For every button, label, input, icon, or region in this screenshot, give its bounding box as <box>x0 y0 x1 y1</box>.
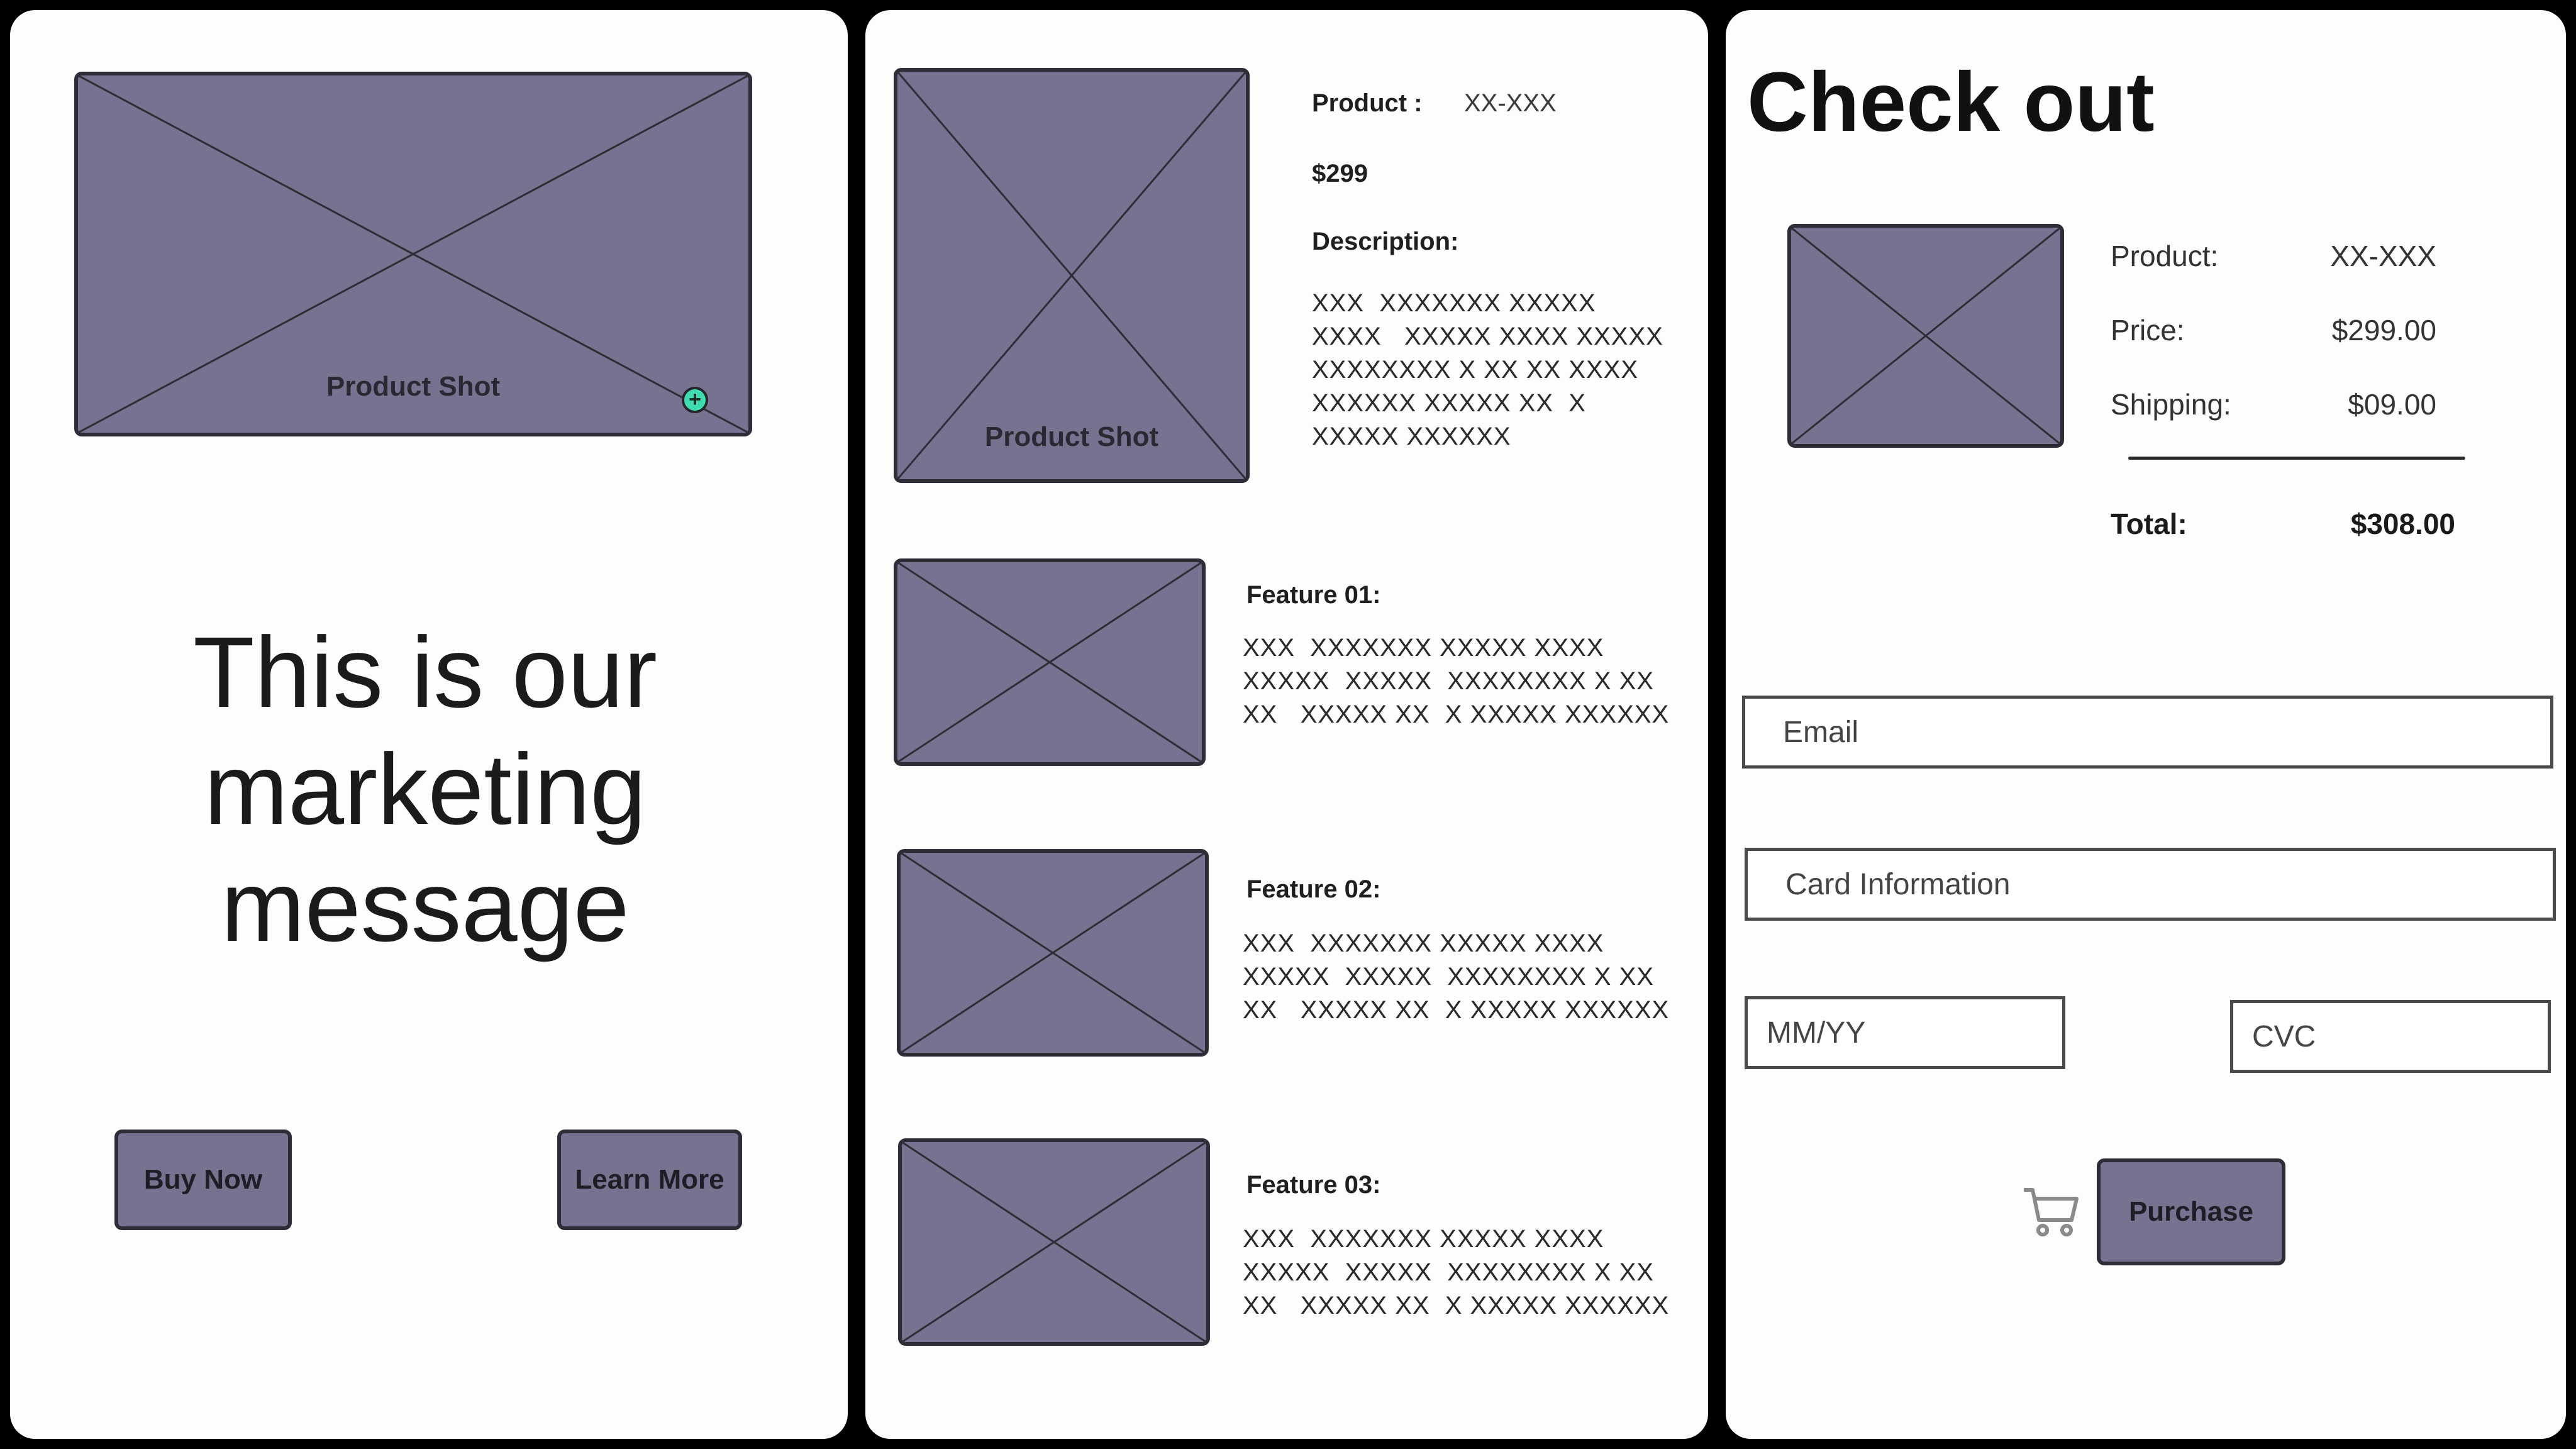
summary-divider <box>2128 457 2465 460</box>
cvc-input[interactable] <box>2230 1000 2551 1073</box>
card-information-input[interactable] <box>1745 848 2556 921</box>
purchase-button[interactable]: Purchase <box>2097 1158 2285 1265</box>
hero-product-shot-label: Product Shot <box>326 371 501 402</box>
image-placeholder-cross <box>902 1142 1206 1342</box>
total-value: $308.00 <box>2350 508 2455 540</box>
description-text: XXX XXXXXXX XXXXX XXXX XXXXX XXXX XXXXX … <box>1312 289 1663 450</box>
product-value: XX-XXX <box>1464 89 1557 117</box>
total-label: Total: <box>2111 508 2187 540</box>
feature-02-title: Feature 02: <box>1246 875 1381 903</box>
landing-screen: Product Shot + This is our marketing mes… <box>10 10 848 1439</box>
hero-product-shot: Product Shot + <box>74 72 752 436</box>
image-placeholder-cross <box>897 72 1246 479</box>
feature-03-image <box>898 1138 1210 1346</box>
cart-icon <box>2024 1188 2079 1236</box>
price-value: $299.00 <box>2331 314 2436 347</box>
shipping-value: $09.00 <box>2348 388 2436 421</box>
buy-now-button[interactable]: Buy Now <box>114 1130 292 1230</box>
main-product-shot-label: Product Shot <box>984 421 1159 452</box>
learn-more-button[interactable]: Learn More <box>557 1130 742 1230</box>
feature-03-text: XXX XXXXXXX XXXXX XXXX XXXXX XXXXX XXXXX… <box>1243 1225 1670 1319</box>
checkout-screen: Check out Product: XX-XXX Price: $299.00… <box>1726 10 2566 1439</box>
image-placeholder-cross <box>1791 228 2060 444</box>
checkout-product-value: XX-XXX <box>2330 240 2436 272</box>
price-label: Price: <box>2111 314 2185 347</box>
shipping-label: Shipping: <box>2111 388 2231 421</box>
product-price: $299 <box>1312 160 1368 187</box>
email-input[interactable] <box>1742 696 2553 769</box>
product-label: Product : <box>1312 89 1423 117</box>
description-label: Description: <box>1312 228 1459 255</box>
feature-03-title: Feature 03: <box>1246 1171 1381 1199</box>
expiry-input[interactable] <box>1745 996 2065 1069</box>
product-screen: Product Shot Product : XX-XXX $299 Descr… <box>865 10 1708 1439</box>
feature-01-image <box>894 558 1206 766</box>
image-placeholder-cross <box>901 853 1205 1053</box>
checkout-title: Check out <box>1747 55 2155 149</box>
main-product-shot: Product Shot <box>894 68 1250 483</box>
checkout-product-image <box>1787 224 2064 448</box>
image-placeholder-cross <box>897 562 1202 762</box>
feature-02-text: XXX XXXXXXX XXXXX XXXX XXXXX XXXXX XXXXX… <box>1243 930 1670 1024</box>
feature-02-image <box>897 849 1209 1057</box>
feature-01-title: Feature 01: <box>1246 581 1381 609</box>
feature-01-text: XXX XXXXXXX XXXXX XXXX XXXXX XXXXX XXXXX… <box>1243 634 1670 728</box>
checkout-product-label: Product: <box>2111 240 2219 272</box>
plus-icon[interactable]: + <box>682 387 708 413</box>
marketing-message: This is our marketing message <box>193 616 657 962</box>
